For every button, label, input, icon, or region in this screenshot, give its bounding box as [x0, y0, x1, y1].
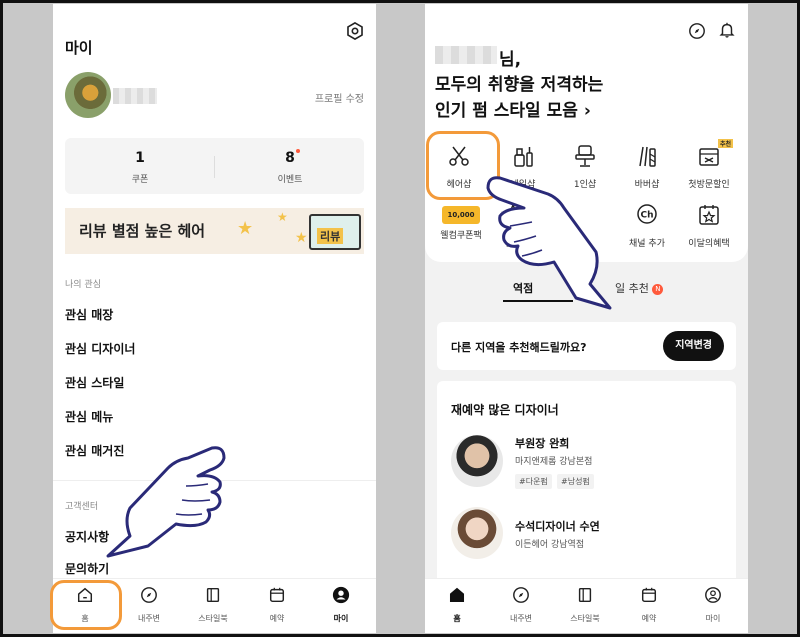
- compass-icon: [141, 587, 157, 603]
- nav-my[interactable]: 마이: [309, 586, 373, 624]
- nav-label: 마이: [333, 614, 349, 623]
- region-prompt: 다른 지역을 추천해드릴까요?: [451, 341, 587, 354]
- chair-icon: [575, 145, 595, 167]
- page-title: 마이: [65, 39, 93, 57]
- category-label: 첫방문할인: [688, 180, 730, 190]
- tag[interactable]: #남성펌: [557, 474, 594, 489]
- person-icon: [705, 587, 721, 603]
- support-section-label: 고객센터: [65, 502, 99, 512]
- channel-icon: Ch: [637, 204, 657, 224]
- nav-reservation[interactable]: 예약: [617, 586, 681, 624]
- new-dot: [295, 149, 300, 153]
- region-suggestion-card: 다른 지역을 추천해드릴까요? 지역변경: [437, 322, 736, 370]
- nav-label: 내주변: [509, 614, 533, 623]
- stats-card: 1 쿠폰 8 이벤트: [65, 138, 364, 194]
- home-screen: 님, 모두의 취향을 저격하는 인기 펌 스타일 모음 › 헤어샵 네일샵 1인…: [425, 4, 748, 633]
- home-icon: [449, 587, 465, 603]
- barber-icon: [639, 146, 656, 167]
- nav-label: 스타일북: [198, 614, 228, 623]
- pointing-hand-icon: [486, 176, 612, 310]
- change-region-button[interactable]: 지역변경: [663, 331, 724, 361]
- calendar-icon: [641, 587, 657, 603]
- chevron-right-icon: ›: [583, 101, 591, 121]
- nail-polish-icon: [514, 147, 533, 167]
- blurred-username: [435, 46, 497, 64]
- designer-shop: 마지앤제롬 강남본점: [515, 457, 593, 467]
- avatar[interactable]: [65, 72, 111, 118]
- profile-edit-link[interactable]: 프로필 수정: [315, 90, 364, 105]
- nav-label: 홈: [453, 614, 461, 623]
- event-label: 이벤트: [277, 175, 303, 185]
- nav-label: 내주변: [137, 614, 161, 623]
- event-stat[interactable]: 8 이벤트: [215, 147, 365, 185]
- nav-reservation[interactable]: 예약: [245, 586, 309, 624]
- bottom-nav: 홈 내주변 스타일북 예약 마이: [425, 578, 748, 633]
- interest-section-label: 나의 관심: [65, 280, 101, 290]
- nav-nearby[interactable]: 내주변: [489, 586, 553, 624]
- star-icon: ★: [237, 218, 254, 239]
- designer-tags: #다운펌 #남성펌: [515, 474, 635, 490]
- category-monthly-benefit[interactable]: 이달의혜택: [679, 202, 739, 249]
- nav-home[interactable]: 홈: [425, 586, 489, 624]
- blurred-username: [113, 88, 157, 104]
- category-first-visit-discount[interactable]: 추천 첫방문할인: [679, 139, 739, 190]
- menu-interest-menu[interactable]: 관심 메뉴: [65, 408, 113, 425]
- designer-avatar[interactable]: [451, 435, 503, 487]
- designer-shop: 이든헤어 강남역점: [515, 540, 585, 550]
- person-icon: [332, 586, 350, 604]
- headline-line2[interactable]: 인기 펌 스타일 모음 ›: [435, 96, 591, 121]
- calendar-icon: [269, 587, 285, 603]
- star-icon: ★: [295, 230, 308, 246]
- nav-my[interactable]: 마이: [681, 586, 745, 624]
- star-icon: ★: [277, 210, 288, 224]
- banner-text: 리뷰 별점 높은 헤어: [79, 222, 206, 240]
- svg-text:Ch: Ch: [640, 211, 653, 221]
- designer-name[interactable]: 부원장 완희: [515, 435, 569, 451]
- tag[interactable]: #다운펌: [515, 474, 552, 489]
- bell-icon[interactable]: [718, 21, 736, 39]
- coupon-label: 쿠폰: [131, 175, 149, 185]
- calendar-star-icon: [699, 205, 719, 225]
- coupon-count: 1: [135, 150, 145, 166]
- compass-icon[interactable]: [688, 22, 706, 40]
- review-card-illustration: 리뷰: [309, 214, 361, 250]
- book-icon: [578, 587, 592, 603]
- headline-line1: 모두의 취향을 저격하는: [435, 75, 604, 95]
- designer-avatar[interactable]: [451, 507, 503, 559]
- menu-interest-designer[interactable]: 관심 디자이너: [65, 340, 135, 357]
- recommend-badge: 추천: [717, 139, 733, 148]
- nav-label: 예약: [269, 614, 285, 623]
- designer-section-title: 재예약 많은 디자이너: [451, 403, 559, 417]
- compass-icon: [513, 587, 529, 603]
- nav-stylebook[interactable]: 스타일북: [181, 586, 245, 624]
- event-count: 8: [285, 150, 295, 166]
- menu-interest-style[interactable]: 관심 스타일: [65, 374, 124, 391]
- new-badge: N: [652, 283, 664, 295]
- designer-name[interactable]: 수석디자이너 수연: [515, 518, 600, 534]
- greeting-suffix: 님,: [499, 50, 522, 70]
- nav-label: 마이: [705, 614, 721, 623]
- designer-card: 재예약 많은 디자이너 부원장 완희 마지앤제롬 강남본점 #다운펌 #남성펌 …: [437, 381, 736, 631]
- nav-label: 스타일북: [570, 614, 600, 623]
- category-label: 이달의혜택: [688, 239, 730, 249]
- nav-label: 예약: [641, 614, 657, 623]
- coupon-icon: 10,000: [442, 206, 480, 224]
- nav-stylebook[interactable]: 스타일북: [553, 586, 617, 624]
- book-icon: [206, 587, 220, 603]
- review-banner[interactable]: 리뷰 별점 높은 헤어 ★ ★ ★ 리뷰: [65, 208, 364, 254]
- settings-gear-icon[interactable]: [346, 22, 364, 40]
- coupon-stat[interactable]: 1 쿠폰: [65, 147, 215, 185]
- highlight-box-home-tab: [50, 580, 122, 630]
- nav-nearby[interactable]: 내주변: [117, 586, 181, 624]
- menu-interest-store[interactable]: 관심 매장: [65, 306, 113, 323]
- pointing-hand-icon: [106, 446, 226, 558]
